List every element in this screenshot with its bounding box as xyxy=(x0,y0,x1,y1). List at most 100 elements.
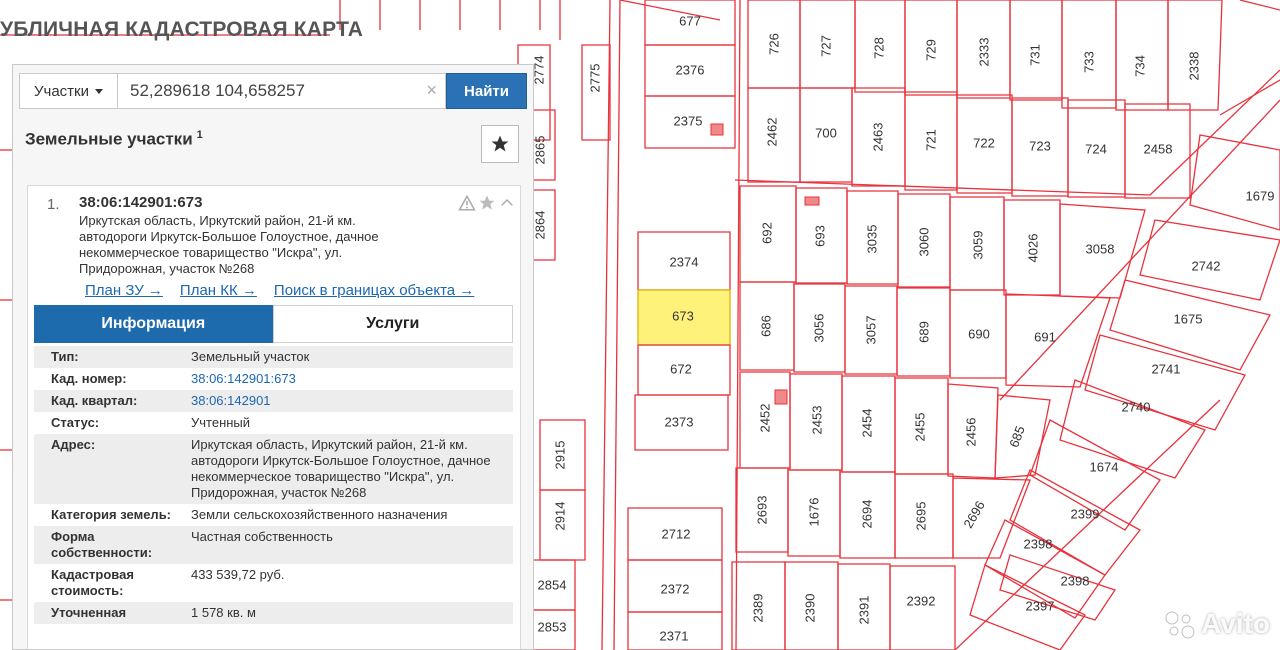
star-icon[interactable] xyxy=(478,194,496,212)
tab-information[interactable]: Информация xyxy=(34,305,273,343)
result-card: 1. 38:06:142901:673 Иркутская область, И… xyxy=(27,185,521,649)
parcel-label: 2398 xyxy=(1061,573,1090,588)
search-type-select[interactable]: Участки xyxy=(19,73,117,109)
parcel-label: 2456 xyxy=(963,418,978,447)
parcel-label: 1679 xyxy=(1246,188,1275,203)
info-row-label: Уточненная xyxy=(51,605,127,620)
parcel-label: 734 xyxy=(1132,55,1147,77)
search-button[interactable]: Найти xyxy=(446,73,527,109)
star-icon xyxy=(491,135,509,152)
parcel-label: 2373 xyxy=(665,414,694,429)
info-row: Кадастровая стоимость: 433 539,72 руб. xyxy=(34,564,513,602)
info-row: Статус: Учтенный xyxy=(34,412,513,434)
parcel-label: 727 xyxy=(818,35,833,57)
result-address-line: некоммерческое товарищество "Искра", ул. xyxy=(79,245,343,260)
parcel-label: 728 xyxy=(871,37,886,59)
plan-zu-link[interactable]: План ЗУ → xyxy=(85,282,163,299)
info-row-value: Учтенный xyxy=(191,415,251,430)
parcel-label: 2391 xyxy=(856,596,871,625)
parcel-label: 2390 xyxy=(802,594,817,623)
parcel-label: 3060 xyxy=(916,228,931,257)
result-links: План ЗУ → План КК → Поиск в границах объ… xyxy=(85,282,474,299)
parcel-label: 672 xyxy=(670,361,692,376)
building-marker[interactable] xyxy=(774,389,788,405)
parcel-label: 700 xyxy=(815,125,837,140)
parcel-label: 724 xyxy=(1085,141,1107,156)
parcel-label: 731 xyxy=(1027,44,1042,66)
parcel-label: 2712 xyxy=(662,526,691,541)
building-marker[interactable] xyxy=(804,196,820,206)
info-row-value: Земли сельскохозяйственного назначения xyxy=(191,507,448,522)
parcel-label: 691 xyxy=(1034,329,1056,344)
info-row-label: Категория земель: xyxy=(51,507,172,522)
result-address-line: Иркутская область, Иркутский район, 21-й… xyxy=(79,213,356,228)
watermark: Avito xyxy=(1163,608,1270,640)
search-bar: Участки × Найти xyxy=(19,73,527,109)
warning-icon[interactable] xyxy=(458,194,476,212)
info-row-label: Статус: xyxy=(51,415,100,430)
parcel-label: 2397 xyxy=(1026,598,1055,613)
info-row: Тип: Земельный участок xyxy=(34,346,513,368)
clear-icon[interactable]: × xyxy=(426,80,437,101)
parcel-label: 2742 xyxy=(1192,258,1221,273)
parcel-label: 2864 xyxy=(532,211,547,240)
parcel-label: 2338 xyxy=(1186,52,1201,81)
result-address-line: автодороги Иркутск-Большое Голоустное, д… xyxy=(79,229,379,244)
result-cad-number[interactable]: 38:06:142901:673 xyxy=(79,194,202,211)
info-row-label: Форма собственности: xyxy=(51,529,153,560)
parcel-label: 2462 xyxy=(764,118,779,147)
chevron-down-icon xyxy=(95,88,103,94)
watermark-text: Avito xyxy=(1201,608,1270,639)
parcel-label: 733 xyxy=(1081,51,1096,73)
parcel-label: 2392 xyxy=(907,593,936,608)
parcel-label: 723 xyxy=(1029,138,1051,153)
plan-kk-link[interactable]: План КК → xyxy=(180,282,257,299)
parcel-label: 1675 xyxy=(1174,311,1203,326)
search-in-bounds-link[interactable]: Поиск в границах объекта → xyxy=(274,282,474,299)
parcel-label: 2853 xyxy=(538,619,567,634)
info-row-value: Земельный участок xyxy=(191,349,310,364)
parcel-label: 692 xyxy=(759,222,774,244)
result-actions xyxy=(458,194,516,212)
app-title: УБЛИЧНАЯ КАДАСТРОВАЯ КАРТА xyxy=(0,18,364,41)
parcel-label: 2740 xyxy=(1122,399,1151,414)
parcel-label: 3056 xyxy=(811,314,826,343)
parcel-label: 2741 xyxy=(1152,361,1181,376)
parcel-label: 2775 xyxy=(587,64,602,93)
parcel-label: 2399 xyxy=(1071,506,1100,521)
info-row-label: Кадастровая стоимость: xyxy=(51,567,134,598)
favorite-button[interactable] xyxy=(481,125,519,163)
parcel-label: 1676 xyxy=(806,498,821,527)
info-row-label: Кад. номер: xyxy=(51,371,127,386)
parcel-label: 2398 xyxy=(1024,536,1053,551)
parcel-label: 2371 xyxy=(660,628,689,643)
chevron-up-icon[interactable] xyxy=(498,194,516,212)
panel-title: Земельные участки 1 xyxy=(25,129,203,150)
info-row-value[interactable]: 38:06:142901 xyxy=(191,393,513,409)
parcel-label: 1674 xyxy=(1090,459,1119,474)
search-input[interactable] xyxy=(117,73,446,109)
parcel-label: 2389 xyxy=(750,594,765,623)
search-panel: Участки × Найти Земельные участки1 1. 38… xyxy=(12,64,534,650)
parcel-label: 689 xyxy=(916,321,931,343)
info-row: Кад. квартал: 38:06:142901 xyxy=(34,390,513,412)
parcel-label: 2694 xyxy=(859,500,874,529)
parcel-label: 2376 xyxy=(676,62,705,77)
building-marker[interactable] xyxy=(710,123,724,136)
search-type-label: Участки xyxy=(34,82,89,100)
info-row-value: Иркутская область, Иркутский район, 21-й… xyxy=(191,437,491,500)
parcel-label: 2453 xyxy=(809,406,824,435)
tab-services[interactable]: Услуги xyxy=(272,305,513,343)
parcel-label: 2454 xyxy=(859,409,874,438)
info-row: Кад. номер: 38:06:142901:673 xyxy=(34,368,513,390)
avito-logo-icon xyxy=(1165,611,1195,639)
parcel-label: 2914 xyxy=(552,502,567,531)
info-row-label: Адрес: xyxy=(51,437,96,452)
parcel-label: 690 xyxy=(968,326,990,341)
info-row-value[interactable]: 38:06:142901:673 xyxy=(191,371,513,387)
result-address: Иркутская область, Иркутский район, 21-й… xyxy=(79,213,424,277)
parcel-label: 686 xyxy=(758,315,773,337)
parcel-label: 2458 xyxy=(1144,141,1173,156)
info-row-value: 1 578 кв. м xyxy=(191,605,256,620)
parcel-label: 3057 xyxy=(863,316,878,345)
